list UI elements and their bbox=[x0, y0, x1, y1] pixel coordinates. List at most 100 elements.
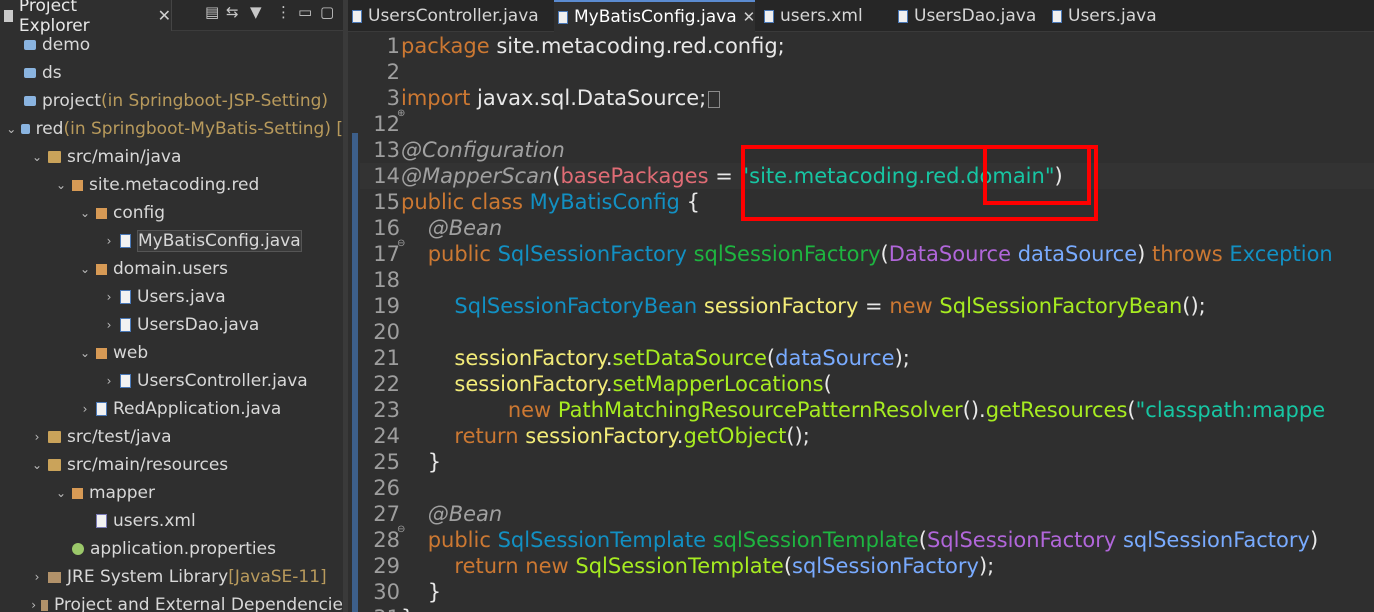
tree-item[interactable]: ⌄ site.metacoding.red bbox=[0, 171, 343, 199]
code-token: (); bbox=[786, 424, 810, 448]
code-text: sessionFactory.setMapperLocations( bbox=[401, 371, 831, 397]
chevron-down-icon[interactable]: ⌄ bbox=[6, 122, 17, 136]
tree-item-label: red bbox=[35, 119, 64, 139]
tree-item[interactable]: ⌄ red (in Springboot-MyBatis-Setting) [ bbox=[0, 115, 343, 143]
chevron-down-icon[interactable]: ⌄ bbox=[54, 486, 68, 500]
explorer-view-icon bbox=[4, 9, 13, 22]
tree-item[interactable]: › UsersDao.java bbox=[0, 311, 343, 339]
code-text: public SqlSessionFactory sqlSessionFacto… bbox=[401, 241, 1333, 267]
chevron-down-icon[interactable]: ⌄ bbox=[30, 458, 44, 472]
minimize-icon[interactable]: ▭ bbox=[298, 3, 312, 21]
code-line[interactable]: 26 bbox=[360, 475, 1374, 501]
chevron-right-icon[interactable]: › bbox=[78, 402, 92, 416]
code-token: ( bbox=[880, 242, 889, 266]
filter-icon[interactable]: ▼ bbox=[250, 3, 262, 21]
editor-tab[interactable]: MyBatisConfig.java ✕ bbox=[554, 0, 756, 32]
chevron-down-icon[interactable]: ⌄ bbox=[78, 206, 92, 220]
chevron-down-icon[interactable]: ⌄ bbox=[78, 346, 92, 360]
tree-item[interactable]: › UsersController.java bbox=[0, 367, 343, 395]
code-text: } bbox=[401, 579, 441, 605]
code-text: public class MyBatisConfig { bbox=[401, 189, 700, 215]
tree-item[interactable]: application.properties bbox=[0, 535, 343, 563]
editor-tab-label: UsersController.java bbox=[368, 6, 539, 26]
code-text: package site.metacoding.red.config; bbox=[401, 33, 785, 59]
code-token: . bbox=[605, 346, 613, 370]
chevron-down-icon[interactable]: ⌄ bbox=[78, 262, 92, 276]
chevron-right-icon[interactable]: › bbox=[102, 318, 116, 332]
close-icon[interactable]: ✕ bbox=[743, 8, 756, 26]
code-line[interactable]: 27 @Bean bbox=[360, 501, 1374, 543]
code-line[interactable]: 2 bbox=[360, 59, 1374, 85]
tree-item[interactable]: project (in Springboot-JSP-Setting) bbox=[0, 87, 343, 115]
code-token: SqlSessionFactory bbox=[926, 528, 1123, 552]
code-line[interactable]: 3 import javax.sql.DataSource; bbox=[360, 85, 1374, 127]
code-line[interactable]: 18 bbox=[360, 267, 1374, 293]
project-explorer-tab[interactable]: Project Explorer ✕ bbox=[0, 0, 172, 36]
editor-tab[interactable]: UsersController.java bbox=[348, 0, 539, 32]
chevron-right-icon[interactable]: › bbox=[30, 430, 44, 444]
tree-item[interactable]: ⌄ mapper bbox=[0, 479, 343, 507]
tree-item[interactable]: › JRE System Library [JavaSE-11] bbox=[0, 563, 343, 591]
editor-tab-label: MyBatisConfig.java bbox=[574, 7, 737, 27]
link-editor-icon[interactable]: ⇆ bbox=[226, 3, 239, 21]
code-token: SqlSessionTemplate bbox=[575, 554, 784, 578]
project-explorer-panel: Project Explorer ✕ ▤ ⇆ ▼ ⋮ ▭ ▢ demo ds pro… bbox=[0, 0, 343, 612]
code-token: sessionFactory bbox=[703, 294, 859, 318]
editor-tab[interactable]: Users.java bbox=[1048, 0, 1157, 32]
pkgroot-icon bbox=[48, 431, 61, 443]
tree-item-label: ds bbox=[42, 63, 62, 83]
chevron-down-icon[interactable]: ⌄ bbox=[54, 178, 68, 192]
code-line[interactable]: 30 } bbox=[360, 579, 1374, 605]
editor-tab[interactable]: UsersDao.java bbox=[894, 0, 1036, 32]
tree-item[interactable]: demo bbox=[0, 31, 343, 59]
chevron-down-icon[interactable]: ⌄ bbox=[30, 150, 44, 164]
tree-item[interactable]: › MyBatisConfig.java bbox=[0, 227, 343, 255]
line-number: 20 bbox=[373, 320, 400, 344]
chevron-right-icon[interactable]: › bbox=[102, 290, 116, 304]
code-line[interactable]: 22 sessionFactory.setMapperLocations( bbox=[360, 371, 1374, 397]
tree-item[interactable]: users.xml bbox=[0, 507, 343, 535]
code-line[interactable]: 24 return sessionFactory.getObject(); bbox=[360, 423, 1374, 449]
code-token: new bbox=[507, 398, 558, 422]
code-line[interactable]: 19 SqlSessionFactoryBean sessionFactory … bbox=[360, 293, 1374, 319]
code-line[interactable]: 28 public SqlSessionTemplate sqlSessionT… bbox=[360, 527, 1374, 553]
code-text: @Bean bbox=[401, 215, 503, 241]
java-icon bbox=[120, 290, 131, 304]
line-number: 17 bbox=[373, 242, 400, 266]
close-icon[interactable]: ✕ bbox=[158, 6, 171, 25]
code-line[interactable]: 31} bbox=[360, 605, 1374, 612]
tree-item[interactable]: › Project and External Dependencie bbox=[0, 591, 343, 612]
collapsed-imports-icon[interactable] bbox=[708, 90, 721, 108]
tree-item-label: mapper bbox=[89, 483, 156, 503]
code-line[interactable]: 1 package site.metacoding.red.config; bbox=[360, 33, 1374, 59]
tree-item[interactable]: ⌄ web bbox=[0, 339, 343, 367]
chevron-right-icon[interactable]: › bbox=[102, 234, 116, 248]
code-line[interactable]: 21 sessionFactory.setDataSource(dataSour… bbox=[360, 345, 1374, 371]
tree-item[interactable]: ds bbox=[0, 59, 343, 87]
maximize-icon[interactable]: ▢ bbox=[320, 3, 334, 21]
tree-item[interactable]: › RedApplication.java bbox=[0, 395, 343, 423]
code-line[interactable]: 20 bbox=[360, 319, 1374, 345]
line-number: 28 bbox=[373, 528, 400, 552]
tree-item[interactable]: ⌄ src/main/resources bbox=[0, 451, 343, 479]
collapse-all-icon[interactable]: ▤ bbox=[205, 3, 219, 21]
view-menu-icon[interactable]: ⋮ bbox=[276, 3, 291, 21]
tree-item[interactable]: › Users.java bbox=[0, 283, 343, 311]
code-line[interactable]: 23 new PathMatchingResourcePatternResolv… bbox=[360, 397, 1374, 423]
code-token: new bbox=[889, 294, 940, 318]
code-area[interactable]: 1 package site.metacoding.red.config; 2 3 im… bbox=[360, 33, 1374, 612]
tree-item[interactable]: ⌄ src/main/java bbox=[0, 143, 343, 171]
chevron-right-icon[interactable]: › bbox=[30, 570, 44, 584]
tree-item[interactable]: ⌄ domain.users bbox=[0, 255, 343, 283]
code-line[interactable]: 12 bbox=[360, 111, 1374, 137]
code-token: = bbox=[858, 294, 890, 318]
tree-item[interactable]: › src/test/java bbox=[0, 423, 343, 451]
code-line[interactable]: 25 } bbox=[360, 449, 1374, 475]
chevron-right-icon[interactable]: › bbox=[30, 598, 37, 612]
tree-item[interactable]: ⌄ config bbox=[0, 199, 343, 227]
code-line[interactable]: 17 public SqlSessionFactory sqlSessionFa… bbox=[360, 241, 1374, 267]
code-token: sqlSessionFactory bbox=[693, 242, 881, 266]
chevron-right-icon[interactable]: › bbox=[102, 374, 116, 388]
code-line[interactable]: 29 return new SqlSessionTemplate(sqlSess… bbox=[360, 553, 1374, 579]
editor-tab[interactable]: users.xml bbox=[760, 0, 863, 32]
